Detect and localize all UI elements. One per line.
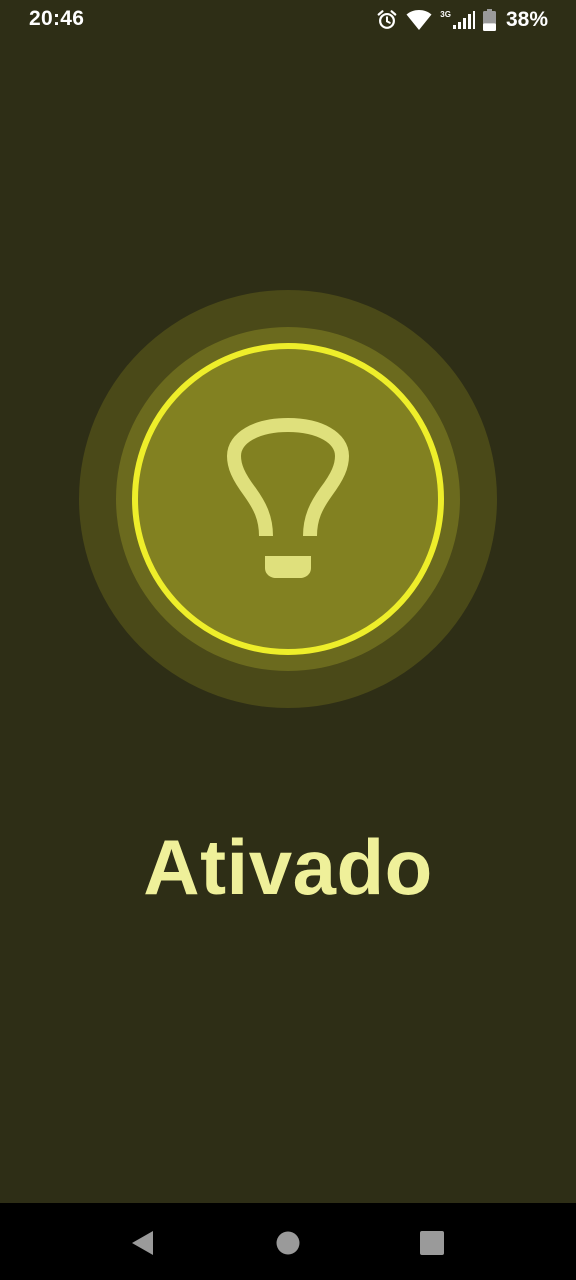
flashlight-status-label: Ativado [143, 823, 433, 911]
cellular-signal-icon [452, 11, 475, 29]
battery-percentage: 38% [505, 8, 548, 31]
wifi-icon [406, 10, 432, 30]
navigation-bar [0, 1203, 576, 1280]
network-type-label: 3G [440, 9, 451, 19]
back-icon [132, 1231, 153, 1255]
home-icon [276, 1231, 300, 1255]
lightbulb-icon [227, 418, 349, 578]
back-button[interactable] [102, 1203, 182, 1280]
status-icons: 3G 38% [376, 6, 548, 34]
battery-icon [482, 9, 496, 31]
alarm-icon [377, 10, 397, 29]
flashlight-app: 20:46 3G 38% Ativado [0, 0, 576, 1280]
home-button[interactable] [248, 1203, 328, 1280]
recents-button[interactable] [392, 1203, 472, 1280]
status-time: 20:46 [29, 7, 85, 30]
recents-icon [420, 1231, 444, 1255]
status-bar: 20:46 3G 38% [0, 0, 576, 40]
